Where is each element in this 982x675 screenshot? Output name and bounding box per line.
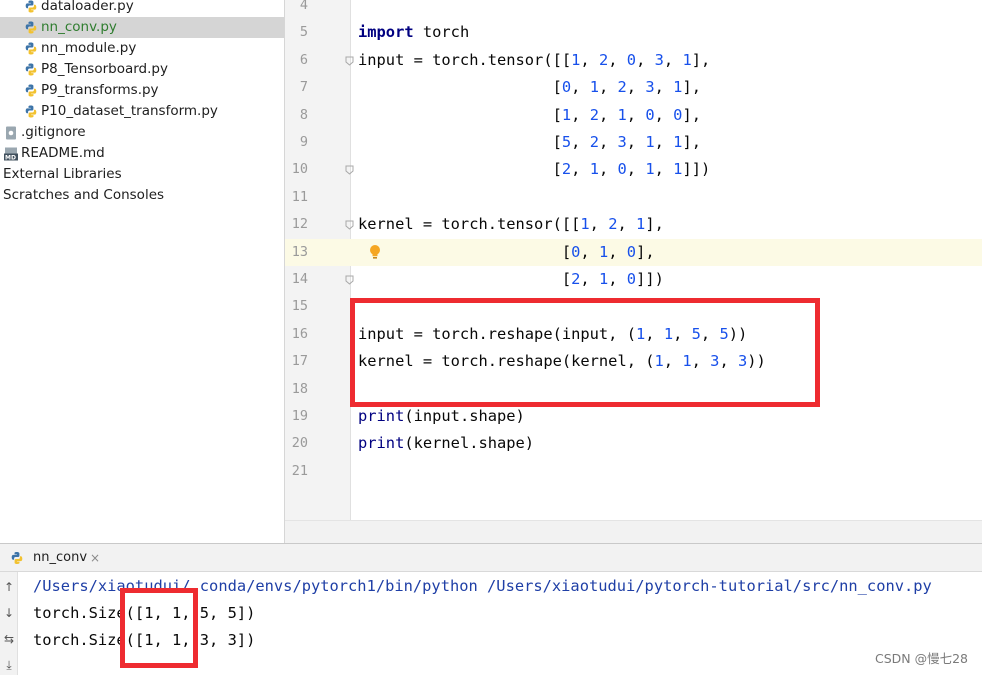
line-number: 8 — [299, 106, 308, 123]
code-line[interactable]: 7 [0, 1, 2, 3, 1], — [285, 74, 982, 101]
line-number: 20 — [291, 435, 308, 452]
line-number: 11 — [291, 188, 308, 205]
tree-item[interactable]: MD README.md — [0, 143, 284, 164]
fold-marker-icon[interactable] — [345, 56, 354, 66]
fold-marker-icon[interactable] — [345, 220, 354, 230]
fold-marker-icon[interactable] — [345, 165, 354, 176]
scroll-to-end-icon[interactable]: ⤓ — [0, 658, 18, 673]
tree-item-label: dataloader.py — [41, 0, 134, 14]
gitignore-file-icon — [6, 126, 16, 140]
tree-item[interactable]: External Libraries — [0, 164, 284, 185]
line-number: 15 — [291, 298, 308, 315]
code-line[interactable]: 5 import torch — [285, 19, 982, 46]
code-line[interactable]: 6 input = torch.tensor([[1, 2, 0, 3, 1], — [285, 47, 982, 74]
code-line[interactable]: 13 [0, 1, 0], — [285, 238, 982, 266]
tree-item[interactable]: nn_conv.py — [0, 17, 284, 38]
code-line[interactable]: 10 [2, 1, 0, 1, 1]]) — [285, 156, 982, 183]
line-number: 7 — [299, 79, 308, 96]
code-line[interactable]: 9 [5, 2, 3, 1, 1], — [285, 129, 982, 156]
code-text: [2, 1, 0, 1, 1]]) — [358, 160, 711, 179]
code-text: print(input.shape) — [358, 407, 525, 425]
python-file-icon — [25, 63, 37, 76]
tree-item[interactable]: Scratches and Consoles — [0, 185, 284, 206]
line-number: 10 — [291, 161, 308, 178]
code-line[interactable]: 8 [1, 2, 1, 0, 0], — [285, 102, 982, 129]
code-editor[interactable]: 4 5 import torch 6 input = torch.tensor([[1,… — [285, 0, 982, 543]
tree-item-label: README.md — [21, 145, 105, 161]
fold-marker-icon[interactable] — [345, 275, 354, 285]
scroll-down-icon[interactable]: ↓ — [0, 606, 18, 620]
svg-text:MD: MD — [5, 155, 16, 162]
tree-item-label: P10_dataset_transform.py — [41, 103, 218, 119]
code-line[interactable]: 19 print(input.shape) — [285, 403, 982, 430]
code-line[interactable]: 12 kernel = torch.tensor([[1, 2, 1], — [285, 211, 982, 238]
line-number: 9 — [299, 134, 308, 150]
tree-item-label: nn_module.py — [41, 40, 137, 56]
line-number: 19 — [291, 408, 308, 424]
tree-item-label: P9_transforms.py — [41, 82, 159, 98]
code-text: input = torch.tensor([[1, 2, 0, 3, 1], — [358, 50, 711, 69]
line-number: 13 — [291, 243, 308, 260]
line-number: 6 — [299, 51, 308, 68]
code-text: [0, 1, 2, 3, 1], — [358, 78, 701, 97]
run-tab-label: nn_conv — [33, 550, 88, 565]
code-line[interactable]: 21 — [285, 458, 982, 485]
code-text: print(kernel.shape) — [358, 434, 535, 453]
tree-item-label: External Libraries — [3, 166, 122, 182]
highlight-box-reshape-code — [350, 298, 820, 407]
python-file-icon — [25, 21, 37, 34]
tree-item[interactable]: dataloader.py — [0, 0, 284, 17]
tree-item[interactable]: .gitignore — [0, 122, 284, 143]
code-text: [5, 2, 3, 1, 1], — [358, 133, 701, 151]
line-number: 18 — [291, 380, 308, 397]
code-text: import torch — [358, 23, 470, 42]
code-text: [0, 1, 0], — [358, 242, 655, 261]
markdown-file-icon: MD — [4, 147, 18, 162]
line-number: 14 — [291, 271, 308, 287]
scroll-up-icon[interactable]: ↑ — [0, 580, 18, 594]
editor-horizontal-scrollbar[interactable] — [285, 520, 982, 543]
tree-item[interactable]: P8_Tensorboard.py — [0, 59, 284, 80]
line-number: 16 — [291, 325, 308, 342]
line-number: 4 — [299, 0, 308, 13]
code-text: [1, 2, 1, 0, 0], — [358, 105, 701, 124]
soft-wrap-icon[interactable]: ⇆ — [0, 632, 18, 646]
project-tree: dataloader.py nn_conv.py nn_module.py P8_Te… — [0, 0, 285, 543]
tree-item-label: Scratches and Consoles — [3, 187, 165, 203]
close-icon[interactable]: × — [90, 544, 100, 572]
tree-item-label: P8_Tensorboard.py — [41, 61, 168, 77]
run-tab-bar: nn_conv × — [0, 544, 982, 572]
code-line[interactable]: 20 print(kernel.shape) — [285, 430, 982, 457]
python-file-icon — [25, 84, 37, 97]
python-file-icon — [25, 105, 37, 118]
line-number: 17 — [291, 353, 308, 370]
line-number: 21 — [291, 462, 308, 479]
code-line[interactable]: 11 — [285, 184, 982, 211]
line-number: 5 — [299, 24, 308, 41]
python-icon — [11, 552, 23, 564]
run-toolbar: ↑ ↓ ⇆ ⤓ — [0, 572, 18, 675]
highlight-box-size-output — [120, 588, 198, 668]
code-line[interactable]: 4 — [285, 0, 982, 19]
tree-item[interactable]: P9_transforms.py — [0, 80, 284, 101]
tree-item[interactable]: nn_module.py — [0, 38, 284, 59]
code-line[interactable]: 14 [2, 1, 0]]) — [285, 266, 982, 293]
python-file-icon — [25, 42, 37, 55]
python-file-icon — [25, 0, 37, 13]
tree-item-label: nn_conv.py — [41, 19, 117, 35]
line-number: 12 — [291, 216, 308, 233]
watermark: CSDN @慢七28 — [874, 651, 968, 666]
tree-item-label: .gitignore — [21, 124, 86, 140]
code-text: [2, 1, 0]]) — [358, 270, 664, 288]
code-text: kernel = torch.tensor([[1, 2, 1], — [358, 215, 664, 234]
tree-item[interactable]: P10_dataset_transform.py — [0, 101, 284, 122]
